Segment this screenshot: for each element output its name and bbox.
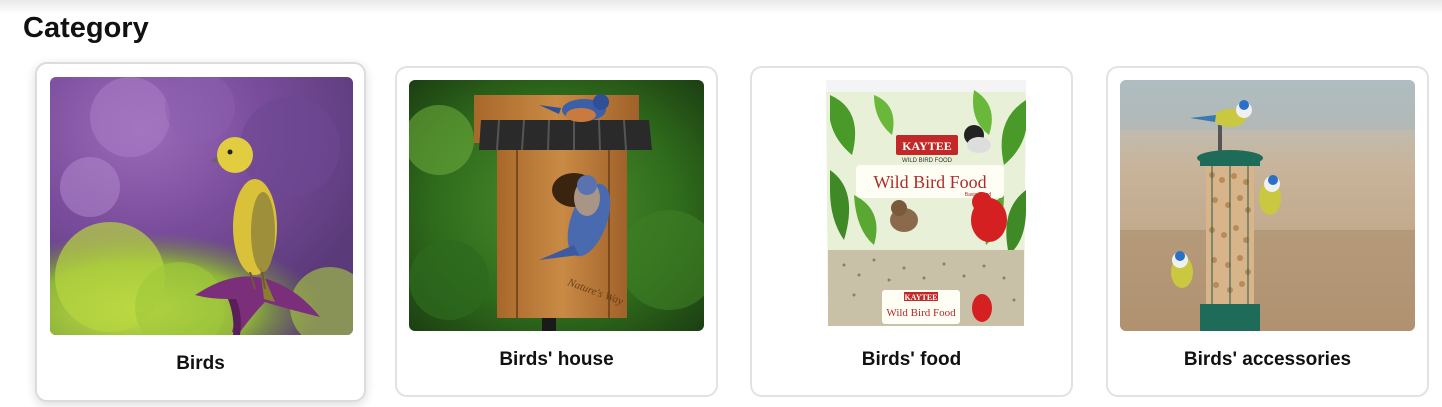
bag-product-name: Wild Bird Food bbox=[873, 172, 986, 192]
category-label-birds: Birds bbox=[176, 353, 225, 374]
header-shadow bbox=[0, 0, 1442, 14]
bag-product-name-small: Wild Bird Food bbox=[886, 307, 956, 319]
category-label-birds-house: Birds' house bbox=[499, 349, 614, 370]
category-image-birds-house: Nature's Way bbox=[409, 80, 704, 331]
category-image-birds-accessories bbox=[1120, 80, 1415, 331]
category-card-birds-accessories[interactable]: Birds' accessories bbox=[1106, 66, 1429, 397]
section-title: Category bbox=[23, 12, 149, 44]
bag-brand-small: KAYTEE bbox=[904, 293, 937, 302]
category-label-birds-accessories: Birds' accessories bbox=[1183, 349, 1352, 370]
category-image-birds bbox=[50, 77, 353, 335]
category-card-birds-house[interactable]: Nature's Way Birds' house bbox=[395, 66, 718, 397]
category-image-birds-food: KAYTEE WILD BIRD FOOD Wild Bird Food Bas… bbox=[764, 80, 1059, 331]
category-card-birds-food[interactable]: KAYTEE WILD BIRD FOOD Wild Bird Food Bas… bbox=[750, 66, 1073, 397]
category-card-birds[interactable]: Birds bbox=[35, 62, 366, 402]
bag-subtitle: WILD BIRD FOOD bbox=[902, 158, 953, 164]
bag-brand: KAYTEE bbox=[902, 139, 952, 153]
category-label-birds-food: Birds' food bbox=[861, 349, 962, 370]
